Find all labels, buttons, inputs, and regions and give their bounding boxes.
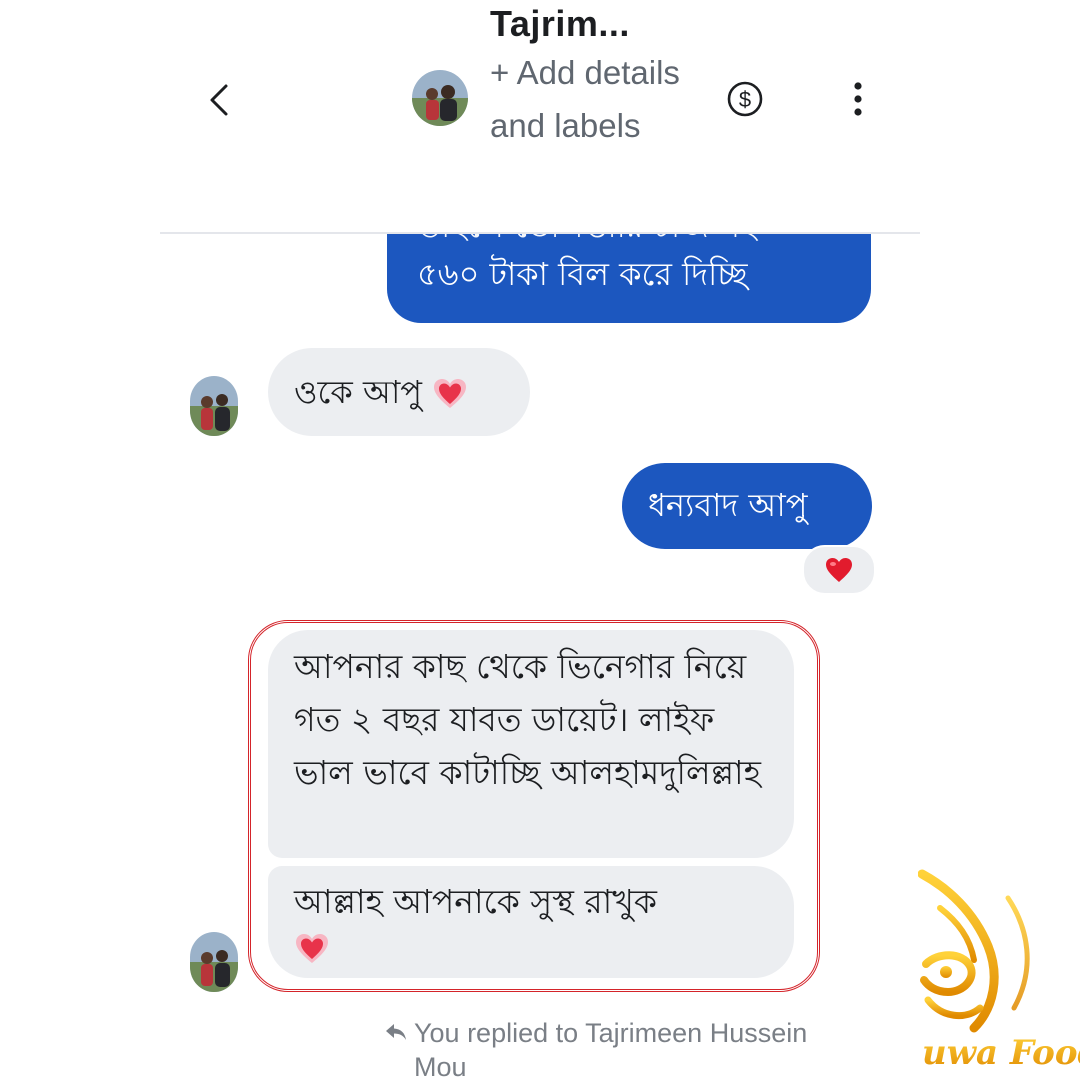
contact-avatar[interactable] <box>412 70 468 126</box>
red-heart-icon <box>826 558 852 582</box>
replied-text: You replied to Tajrimeen Hussein Mou <box>414 1018 808 1082</box>
brand-watermark: uwa Foods <box>917 868 1080 1080</box>
message-text: ৫৬০ টাকা বিল করে দিচ্ছি <box>417 255 748 293</box>
more-options-button[interactable] <box>848 78 868 122</box>
dollar-circle-icon: $ <box>727 81 763 117</box>
brand-name-text: uwa Foods <box>922 1033 1080 1073</box>
brand-logo-icon: uwa Foods <box>917 869 1080 1073</box>
replied-to-note: You replied to Tajrimeen Hussein Mou <box>384 1016 854 1084</box>
sent-message-bubble[interactable]: ধন্যবাদ আপু <box>622 463 872 549</box>
payment-button[interactable]: $ <box>726 80 764 118</box>
heart-emoji-icon <box>434 379 467 408</box>
highlight-annotation <box>248 620 820 992</box>
reply-arrow-icon <box>386 1024 406 1040</box>
contact-avatar-small[interactable] <box>190 932 238 992</box>
contact-name[interactable]: Tajrim... <box>490 2 750 46</box>
message-reaction[interactable] <box>802 545 876 595</box>
back-button[interactable] <box>200 72 240 128</box>
chevron-left-icon <box>210 84 228 116</box>
more-vertical-icon <box>854 82 862 116</box>
received-message-bubble[interactable]: ওকে আপু <box>268 348 530 436</box>
contact-avatar-small[interactable] <box>190 376 238 436</box>
message-text: ওকে আপু <box>294 373 423 411</box>
add-details-link[interactable]: + Add details and labels <box>490 46 680 152</box>
chat-header: Tajrim... + Add details and labels $ <box>160 0 920 234</box>
message-text: ধন্যবাদ আপু <box>648 486 808 524</box>
svg-text:$: $ <box>739 87 751 112</box>
